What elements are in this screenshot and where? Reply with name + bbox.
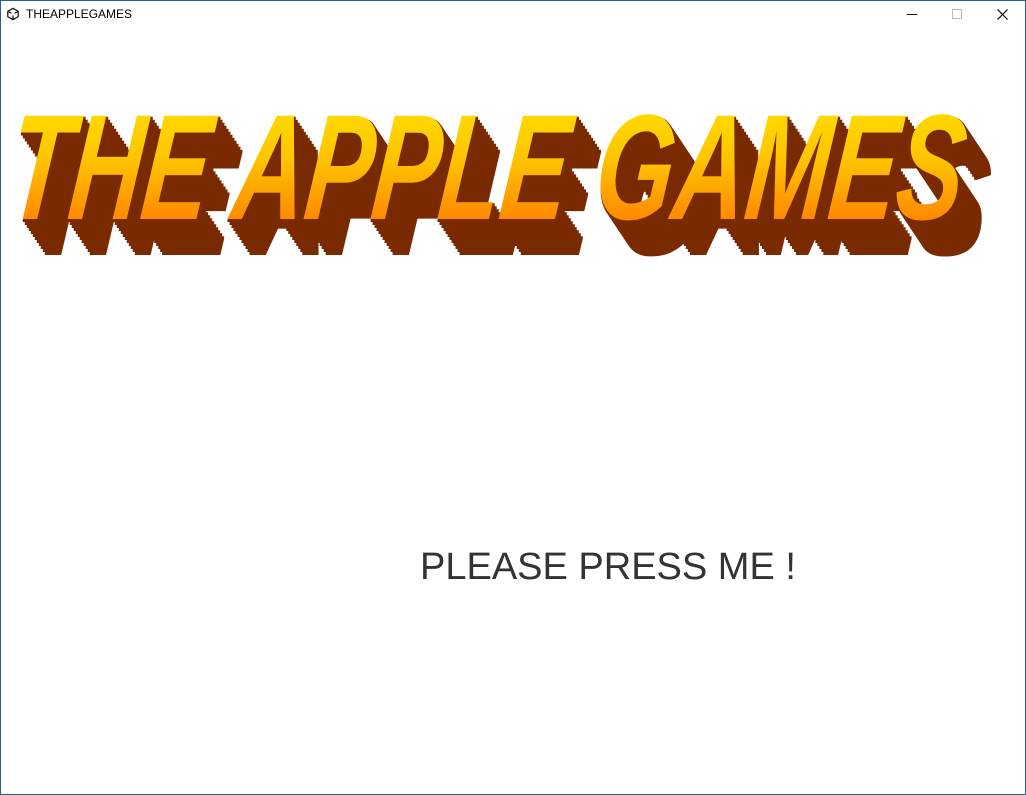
game-canvas: THE APPLE GAMES PLEASE PRESS ME ! (1, 27, 1025, 794)
maximize-icon (952, 9, 962, 19)
title-bar[interactable]: THEAPPLEGAMES (1, 1, 1025, 27)
game-logo: THE APPLE GAMES (11, 101, 974, 251)
unity-icon (7, 7, 19, 21)
logo-text: THE APPLE GAMES (11, 101, 974, 251)
minimize-button[interactable] (889, 1, 935, 27)
window-title: THEAPPLEGAMES (26, 7, 133, 21)
minimize-icon (907, 14, 917, 15)
game-window: THEAPPLEGAMES THE APPLE GAMES PLEASE PRE… (0, 0, 1026, 795)
close-button[interactable] (979, 1, 1025, 27)
close-icon (996, 8, 1008, 20)
maximize-button[interactable] (934, 1, 980, 27)
press-me-button[interactable]: PLEASE PRESS ME ! (411, 537, 831, 597)
